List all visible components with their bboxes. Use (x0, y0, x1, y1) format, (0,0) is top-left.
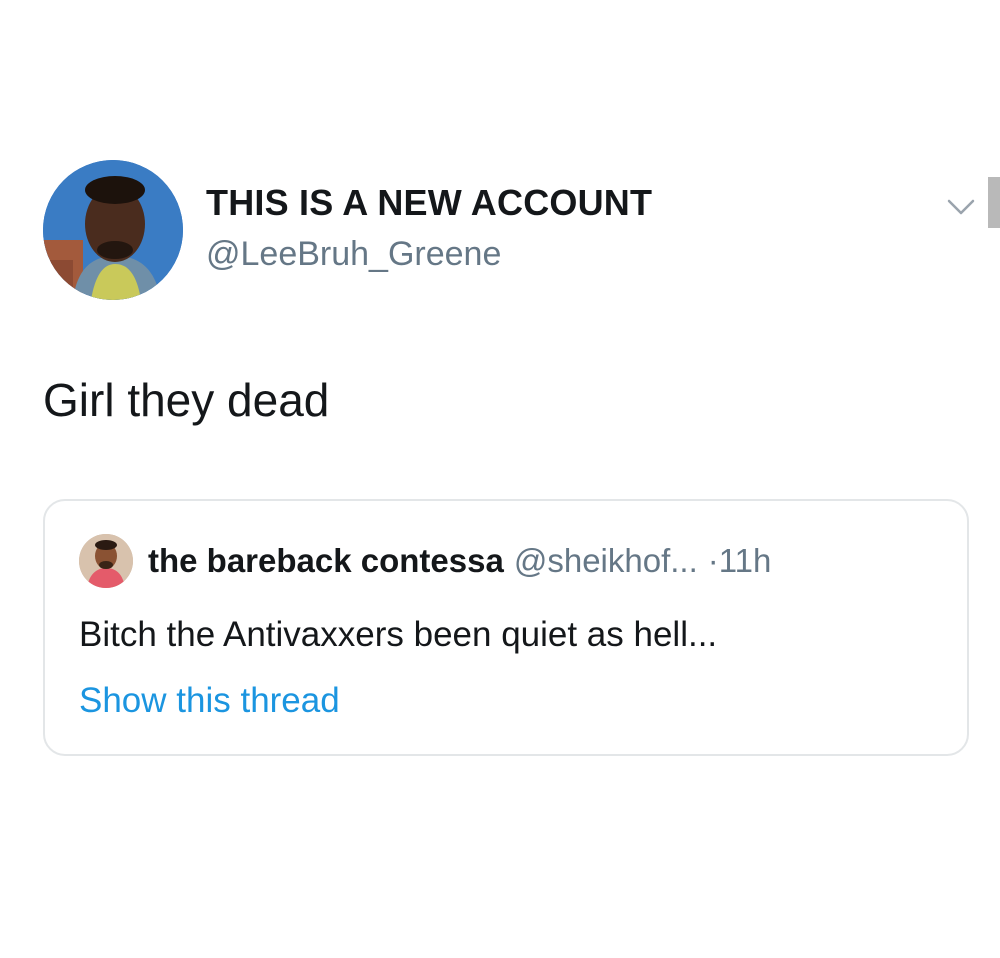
profile-photo-icon (79, 534, 133, 588)
quote-timestamp[interactable]: 11h (719, 542, 772, 579)
edge-bar (988, 177, 1000, 228)
quote-author-name[interactable]: the bareback contessa (148, 542, 504, 579)
quote-author-handle[interactable]: @sheikhof... (514, 542, 698, 579)
author-handle[interactable]: @LeeBruh_Greene (206, 235, 652, 273)
author-display-name[interactable]: THIS IS A NEW ACCOUNT (206, 183, 652, 223)
show-thread-link[interactable]: Show this thread (79, 679, 340, 723)
quote-header: the bareback contessa @sheikhof... ·11h (148, 541, 771, 581)
quote-text: Bitch the Antivaxxers been quiet as hell… (79, 615, 718, 654)
profile-photo-icon (43, 160, 183, 300)
chevron-down-icon[interactable] (946, 196, 976, 218)
tweet-text: Girl they dead (43, 374, 330, 426)
quote-tweet-card[interactable]: the bareback contessa @sheikhof... ·11h Bi… (43, 499, 969, 756)
author-info: THIS IS A NEW ACCOUNT @LeeBruh_Greene (206, 183, 652, 274)
tweet: THIS IS A NEW ACCOUNT @LeeBruh_Greene Gi… (0, 0, 1000, 958)
quote-separator: · (707, 542, 719, 579)
quote-author-avatar[interactable] (79, 534, 133, 588)
author-avatar[interactable] (43, 160, 183, 300)
